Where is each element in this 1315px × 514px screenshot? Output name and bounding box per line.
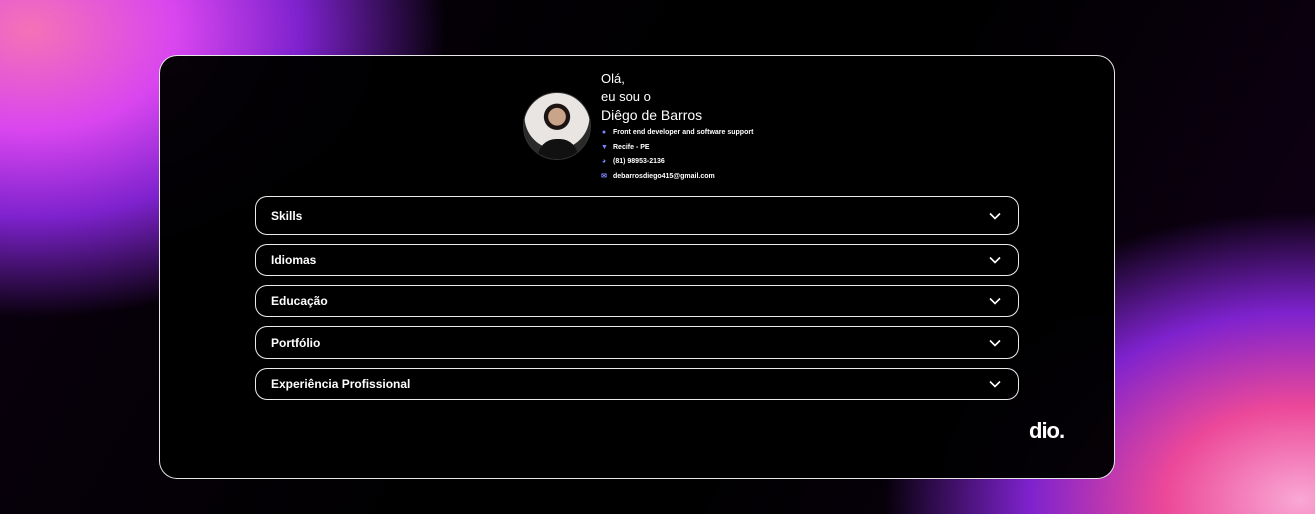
accordion-skills[interactable]: Skills	[255, 196, 1019, 235]
accordion-label: Idiomas	[271, 253, 317, 267]
email-text[interactable]: debarrosdiego415@gmail.com	[613, 168, 715, 186]
accordion-label: Portfólio	[271, 335, 321, 350]
dio-logo: dio.	[1029, 418, 1065, 443]
chevron-down-icon	[989, 380, 1001, 388]
chevron-down-icon	[989, 339, 1001, 347]
chevron-down-icon	[989, 297, 1001, 305]
avatar	[523, 92, 591, 160]
info-email[interactable]: ✉ debarrosdiego415@gmail.com	[601, 170, 753, 185]
accordion-educacao[interactable]: Educação	[255, 285, 1019, 317]
accordion-label: Educação	[271, 294, 328, 308]
chevron-down-icon	[989, 212, 1001, 220]
accordion-experiencia[interactable]: Experiência Profissional	[255, 368, 1019, 400]
accordion-portfolio[interactable]: Portfólio	[255, 326, 1019, 359]
greeting-line-1: Olá,	[601, 71, 625, 86]
chevron-down-icon	[989, 256, 1001, 264]
accordion-idiomas[interactable]: Idiomas	[255, 244, 1019, 276]
contact-info: ● Front end developer and software suppo…	[601, 126, 753, 184]
profile-header: Olá, eu sou o Diêgo de Barros ● Front en…	[523, 70, 753, 184]
mail-icon: ✉	[601, 172, 607, 180]
greeting-line-2: eu sou o	[601, 89, 651, 104]
profile-name: Diêgo de Barros	[601, 107, 703, 123]
accordion-label: Experiência Profissional	[271, 377, 411, 391]
accordion-label: Skills	[271, 208, 303, 223]
intro: Olá, eu sou o Diêgo de Barros ● Front en…	[601, 70, 753, 184]
